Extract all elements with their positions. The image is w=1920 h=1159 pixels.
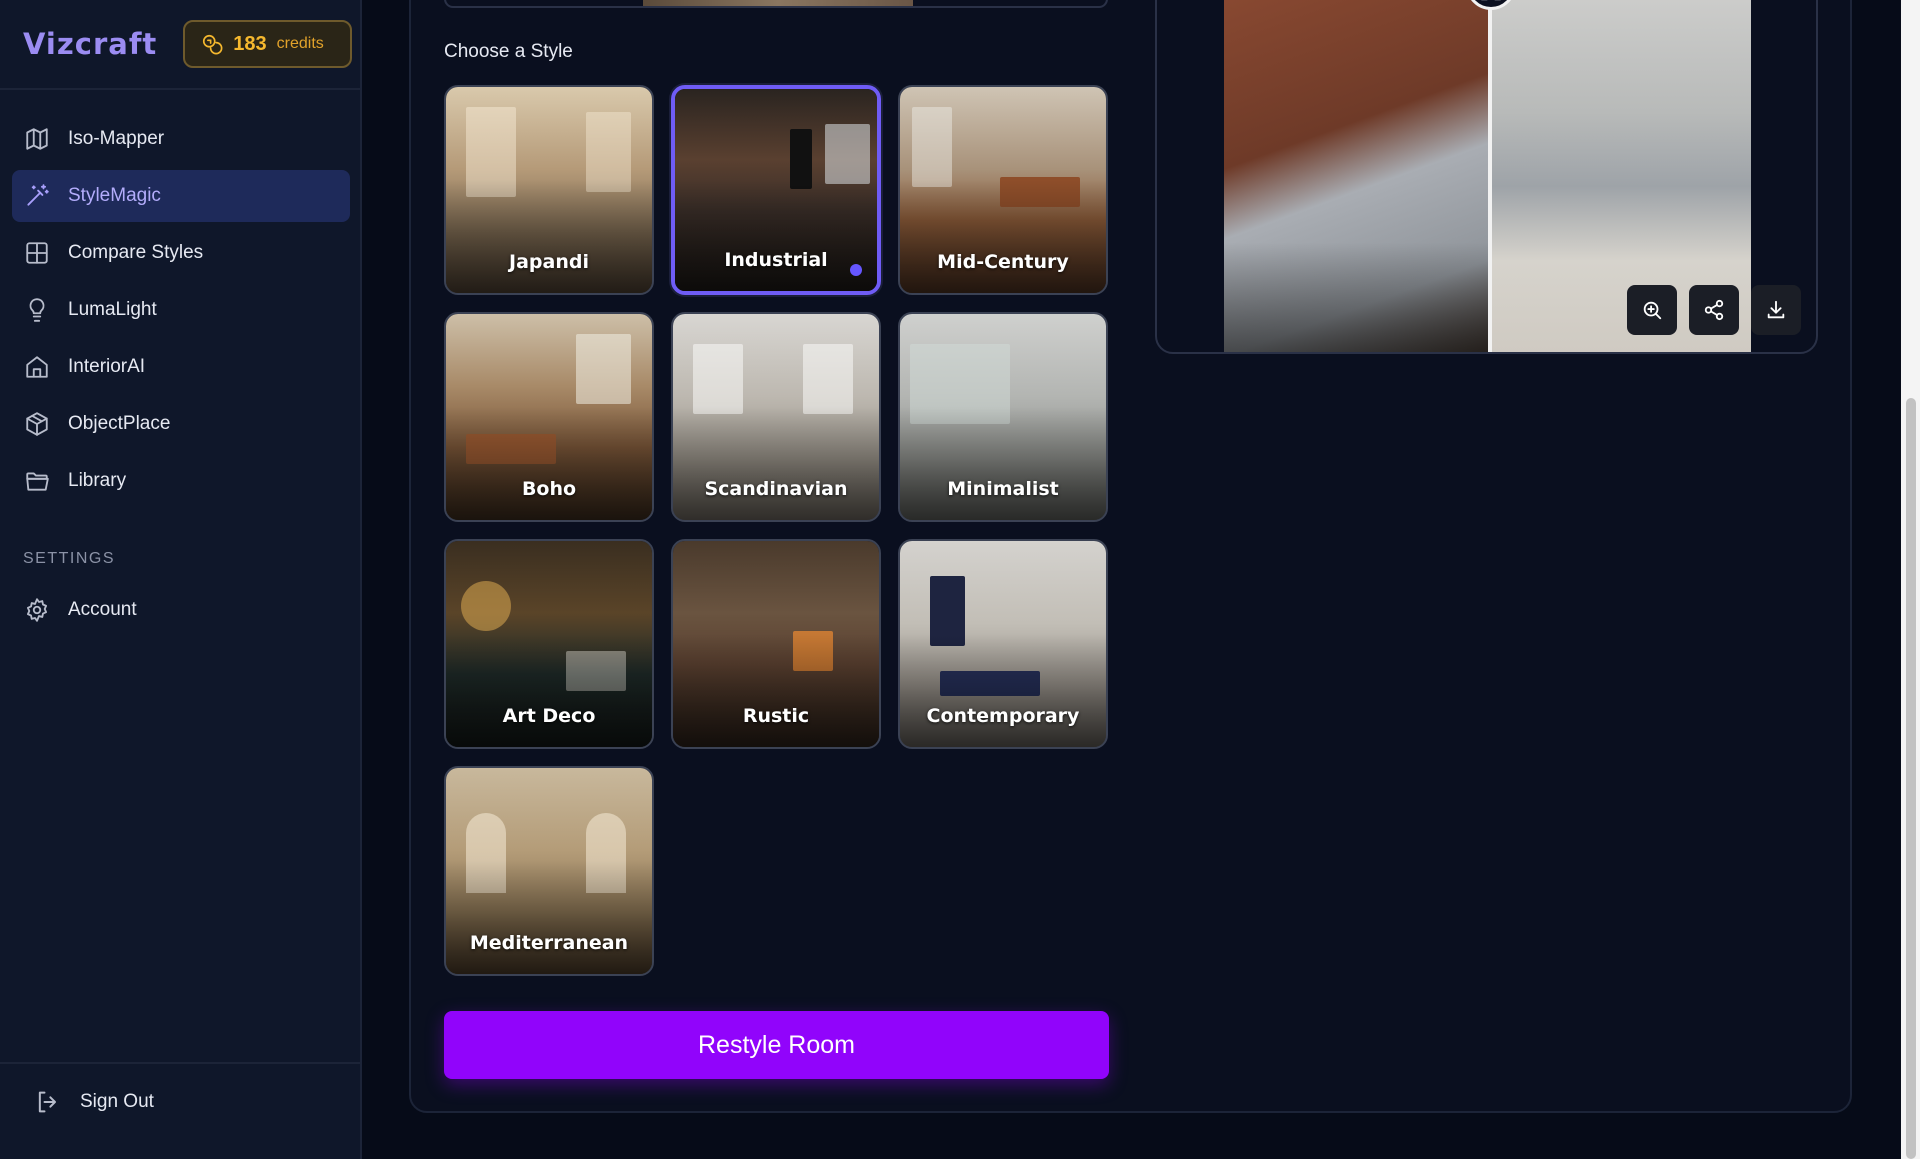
home-icon bbox=[24, 354, 50, 380]
sidebar-item-label: Compare Styles bbox=[68, 242, 204, 263]
style-card-label: Art Deco bbox=[502, 705, 596, 727]
sidebar-item-stylemagic[interactable]: StyleMagic bbox=[12, 170, 350, 222]
before-after-preview: ❚❚ bbox=[1155, 0, 1818, 354]
zoom-in-button[interactable] bbox=[1627, 285, 1677, 335]
style-card-label: Industrial bbox=[724, 249, 828, 271]
sidebar-item-lumalight[interactable]: LumaLight bbox=[12, 284, 350, 336]
folder-icon bbox=[24, 468, 50, 494]
grid-icon bbox=[24, 240, 50, 266]
sidebar-item-label: ObjectPlace bbox=[68, 413, 171, 434]
gear-icon bbox=[24, 597, 50, 623]
sign-out-label: Sign Out bbox=[80, 1091, 154, 1112]
uploaded-image-strip bbox=[444, 0, 1108, 8]
style-card-label: Scandinavian bbox=[704, 478, 848, 500]
style-card-label: Contemporary bbox=[926, 705, 1080, 727]
sidebar-item-library[interactable]: Library bbox=[12, 455, 350, 507]
sidebar-item-label: Library bbox=[68, 470, 127, 491]
sidebar-header: Vizcraft 183 credits bbox=[0, 0, 360, 90]
sidebar-item-iso-mapper[interactable]: Iso-Mapper bbox=[12, 113, 350, 165]
style-card-japandi[interactable]: Japandi bbox=[444, 85, 654, 295]
sidebar-item-interiorai[interactable]: InteriorAI bbox=[12, 341, 350, 393]
sidebar-footer: Sign Out bbox=[0, 1062, 360, 1159]
sidebar-item-label: LumaLight bbox=[68, 299, 157, 320]
app-logo[interactable]: Vizcraft bbox=[23, 27, 157, 61]
zoom-in-icon bbox=[1643, 301, 1662, 320]
restyled-image bbox=[1224, 0, 1488, 352]
coins-icon bbox=[203, 34, 223, 55]
pause-icon: ❚❚ bbox=[1478, 0, 1505, 1]
restyle-room-button[interactable]: Restyle Room bbox=[444, 1011, 1109, 1079]
style-card-boho[interactable]: Boho bbox=[444, 312, 654, 522]
sidebar-item-account[interactable]: Account bbox=[12, 584, 350, 636]
share-button[interactable] bbox=[1689, 285, 1739, 335]
style-card-label: Mid-Century bbox=[937, 251, 1069, 273]
sidebar-item-objectplace[interactable]: ObjectPlace bbox=[12, 398, 350, 450]
style-card-rustic[interactable]: Rustic bbox=[671, 539, 881, 749]
selected-indicator bbox=[850, 264, 862, 276]
cube-icon bbox=[24, 411, 50, 437]
comparison-divider[interactable] bbox=[1488, 0, 1492, 352]
style-card-mid-century[interactable]: Mid-Century bbox=[898, 85, 1108, 295]
style-card-mediterranean[interactable]: Mediterranean bbox=[444, 766, 654, 976]
style-card-label: Mediterranean bbox=[469, 932, 629, 954]
sidebar-item-label: Account bbox=[68, 599, 137, 620]
share-icon bbox=[1704, 299, 1724, 321]
download-icon bbox=[1767, 300, 1785, 319]
sign-out-button[interactable]: Sign Out bbox=[34, 1088, 154, 1116]
settings-nav: Account bbox=[12, 584, 350, 641]
sidebar-item-label: Iso-Mapper bbox=[68, 128, 165, 149]
scrollbar-thumb[interactable] bbox=[1906, 398, 1916, 1159]
sidebar: Vizcraft 183 credits Iso-Mapper StyleMag… bbox=[0, 0, 362, 1159]
lightbulb-icon bbox=[24, 297, 50, 323]
logout-icon bbox=[38, 1091, 56, 1113]
style-card-label: Boho bbox=[521, 478, 577, 500]
credits-count: 183 bbox=[233, 32, 267, 55]
sidebar-item-label: InteriorAI bbox=[68, 356, 146, 377]
map-icon bbox=[24, 126, 50, 152]
sidebar-nav: Iso-Mapper StyleMagic Compare Styles Lum… bbox=[12, 113, 350, 512]
style-card-scandinavian[interactable]: Scandinavian bbox=[671, 312, 881, 522]
style-card-label: Minimalist bbox=[947, 478, 1059, 500]
style-card-contemporary[interactable]: Contemporary bbox=[898, 539, 1108, 749]
sidebar-item-label: StyleMagic bbox=[68, 185, 161, 206]
style-card-label: Japandi bbox=[509, 251, 589, 273]
style-card-art-deco[interactable]: Art Deco bbox=[444, 539, 654, 749]
style-card-minimalist[interactable]: Minimalist bbox=[898, 312, 1108, 522]
style-card-label: Rustic bbox=[742, 705, 810, 727]
choose-style-heading: Choose a Style bbox=[444, 41, 573, 62]
magic-wand-icon bbox=[24, 183, 50, 209]
download-button[interactable] bbox=[1751, 285, 1801, 335]
credits-label: credits bbox=[276, 35, 324, 52]
sidebar-item-compare-styles[interactable]: Compare Styles bbox=[12, 227, 350, 279]
style-card-industrial[interactable]: Industrial bbox=[671, 85, 881, 295]
settings-section-title: SETTINGS bbox=[23, 550, 116, 567]
credits-badge[interactable]: 183 credits bbox=[183, 20, 353, 68]
